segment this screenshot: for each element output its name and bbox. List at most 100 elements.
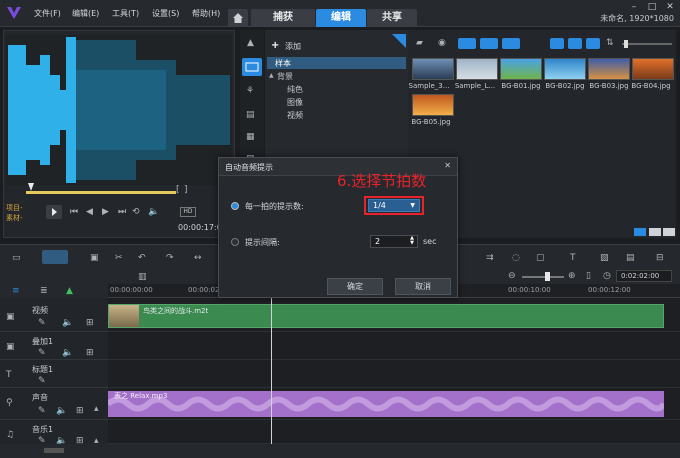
track-manager-icon[interactable]: ≡ <box>12 286 20 296</box>
scroll-thumb[interactable] <box>44 448 64 453</box>
timeline-timecode[interactable]: 0:02:02:00 <box>616 270 672 282</box>
mark-out-icon[interactable]: ] <box>184 185 188 195</box>
timeline-scrollbar[interactable] <box>0 444 680 458</box>
subtitle-icon[interactable]: ▤ <box>626 253 635 263</box>
zoom-in-icon[interactable]: ⊕ <box>568 271 576 281</box>
playhead[interactable] <box>271 284 272 444</box>
loop-icon[interactable]: ◌ <box>512 253 520 263</box>
grid-icon[interactable]: ⊞ <box>86 318 94 328</box>
thumbnail-sample-l[interactable] <box>456 58 498 80</box>
prev-frame-icon[interactable]: ◀ <box>86 207 93 217</box>
hd-toggle-icon[interactable]: HD <box>180 207 196 217</box>
cancel-button[interactable]: 取消 <box>395 278 451 295</box>
library-option-button[interactable] <box>649 228 661 236</box>
motion-icon[interactable]: ⇉ <box>486 253 494 263</box>
thumbnail-sample-3[interactable] <box>412 58 454 80</box>
edit-icon[interactable]: ✎ <box>38 406 46 416</box>
ripple-icon[interactable]: ▲ <box>66 286 73 296</box>
storyboard-view-icon[interactable]: ▭ <box>12 253 21 263</box>
tree-item-video[interactable]: 视频 <box>287 110 303 121</box>
beat-radio[interactable] <box>231 202 239 210</box>
interval-input[interactable]: 2 ▲ ▼ <box>370 235 418 248</box>
thumbnail-bg-b03[interactable] <box>588 58 630 80</box>
volume-icon[interactable]: 🔈 <box>148 207 159 217</box>
overlay-track-row[interactable] <box>108 332 680 360</box>
mark-in-icon[interactable]: [ <box>176 185 180 195</box>
music-track-row[interactable] <box>108 420 680 444</box>
fit-project-icon[interactable]: ▯ <box>586 271 591 281</box>
thumbnail-bg-b05[interactable] <box>412 94 454 116</box>
clip-mode-label[interactable]: 素材- <box>6 213 23 223</box>
video-clip[interactable]: 鸟类之间的战斗.m2t <box>108 304 664 328</box>
sort-icon[interactable]: ⇅ <box>606 38 614 48</box>
undo-icon[interactable]: ↶ <box>138 253 146 263</box>
tree-item-solid-color[interactable]: 纯色 <box>287 84 303 95</box>
redo-icon[interactable]: ↷ <box>166 253 174 263</box>
mask-icon[interactable]: ▧ <box>600 253 609 263</box>
close-icon[interactable]: ✕ <box>664 2 676 12</box>
timeline-view-button[interactable] <box>42 250 68 264</box>
thumbnail-bg-b01[interactable] <box>500 58 542 80</box>
menu-file[interactable]: 文件(F) <box>34 8 61 19</box>
title-track-row[interactable] <box>108 360 680 388</box>
grid-icon[interactable]: ⊞ <box>86 348 94 358</box>
menu-tools[interactable]: 工具(T) <box>112 8 139 19</box>
tree-item-samples[interactable]: 样本 <box>267 57 406 69</box>
next-frame-icon[interactable]: ▶ <box>102 207 109 217</box>
end-icon[interactable]: ⏭ <box>118 207 126 217</box>
home-tab[interactable] <box>228 9 248 27</box>
add-icon[interactable]: + <box>271 40 279 51</box>
grid-view-button[interactable] <box>586 38 600 49</box>
expand-corner-icon[interactable] <box>392 34 406 48</box>
list-view-button[interactable] <box>550 38 564 49</box>
ok-button[interactable]: 确定 <box>327 278 383 295</box>
tree-expand-icon[interactable]: ▲ <box>269 72 274 79</box>
collapse-icon[interactable]: ▴ <box>94 404 99 414</box>
audio-clip[interactable] <box>108 391 664 417</box>
zoom-slider[interactable] <box>522 276 564 278</box>
library-option-button[interactable] <box>634 228 646 236</box>
grid-icon[interactable]: ⊞ <box>76 406 84 416</box>
instant-project-icon[interactable]: ▤ <box>246 110 255 120</box>
trim-bar[interactable] <box>26 191 176 194</box>
library-option-button[interactable] <box>663 228 675 236</box>
thumbnail-bg-b04[interactable] <box>632 58 674 80</box>
mute-icon[interactable]: 🔈 <box>62 348 73 358</box>
beat-select[interactable]: 1/4 ▼ <box>368 199 420 212</box>
tree-item-image[interactable]: 图像 <box>287 97 303 108</box>
edit-icon[interactable]: ✎ <box>38 318 46 328</box>
chapter-icon[interactable]: ≣ <box>40 286 48 296</box>
show-photo-button[interactable] <box>480 38 498 49</box>
tab-capture[interactable]: 捕获 <box>251 9 315 27</box>
show-audio-button[interactable] <box>502 38 520 49</box>
tools-icon[interactable]: ✂ <box>115 253 123 263</box>
thumbnail-bg-b02[interactable] <box>544 58 586 80</box>
snap-icon[interactable]: ▥ <box>138 272 147 282</box>
add-folder-label[interactable]: 添加 <box>285 41 301 52</box>
record-icon[interactable]: ◉ <box>438 38 446 48</box>
effect-icon[interactable]: ▢ <box>536 253 545 263</box>
repeat-icon[interactable]: ⟲ <box>132 207 140 217</box>
interval-radio[interactable] <box>231 238 239 246</box>
title-3d-icon[interactable]: T <box>570 253 576 263</box>
import-folder-icon[interactable]: ▰ <box>416 38 423 48</box>
fit-icon[interactable]: ↔ <box>194 253 202 263</box>
mute-icon[interactable]: 🔈 <box>56 406 67 416</box>
thumb-view-button[interactable] <box>568 38 582 49</box>
transition-icon[interactable]: ⚘ <box>246 86 254 96</box>
project-mode-label[interactable]: 项目- <box>6 203 23 213</box>
maximize-icon[interactable]: □ <box>646 2 658 12</box>
show-video-button[interactable] <box>458 38 476 49</box>
title-icon[interactable]: ▦ <box>246 132 255 142</box>
media-library-tab[interactable] <box>242 58 262 76</box>
collapse-up-icon[interactable]: ▲ <box>247 38 254 48</box>
tab-share[interactable]: 共享 <box>367 9 417 27</box>
slider-thumb[interactable] <box>624 40 628 48</box>
menu-edit[interactable]: 编辑(E) <box>72 8 99 19</box>
multicam-icon[interactable]: ⊟ <box>656 253 664 263</box>
zoom-slider-thumb[interactable] <box>545 272 550 281</box>
stepper-icon[interactable]: ▲ ▼ <box>410 236 414 246</box>
thumbnail-size-slider[interactable] <box>622 43 672 45</box>
dialog-close-icon[interactable]: ✕ <box>444 161 451 170</box>
play-button[interactable] <box>46 205 62 219</box>
